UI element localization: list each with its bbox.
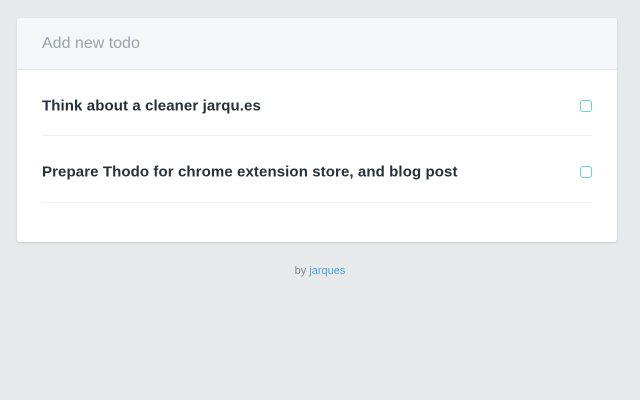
todo-checkbox[interactable] [580,166,592,178]
todo-text: Think about a cleaner jarqu.es [42,97,261,115]
todo-list: Think about a cleaner jarqu.es Prepare T… [42,70,592,203]
todo-card: Think about a cleaner jarqu.es Prepare T… [17,18,617,242]
todo-item: Think about a cleaner jarqu.es [42,70,592,136]
todo-text: Prepare Thodo for chrome extension store… [42,163,458,181]
footer-credit: by jarques [0,265,640,277]
author-link[interactable]: jarques [309,265,345,277]
todo-item: Prepare Thodo for chrome extension store… [42,136,592,203]
footer-prefix: by [294,265,310,277]
new-todo-bar [17,18,617,70]
todo-checkbox[interactable] [580,100,592,112]
new-todo-input[interactable] [17,18,617,69]
